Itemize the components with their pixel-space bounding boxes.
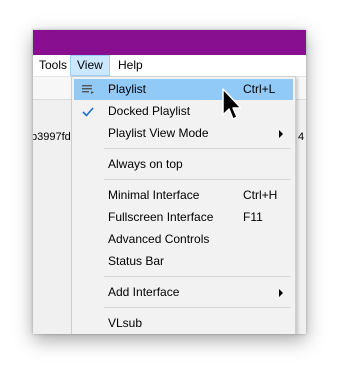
title-bar xyxy=(33,30,306,55)
menu-item-docked-playlist[interactable]: Docked Playlist xyxy=(74,101,293,122)
menu-tools[interactable]: Tools xyxy=(33,55,73,76)
menu-item-advanced-controls[interactable]: Advanced Controls xyxy=(74,229,293,250)
menu-item-fullscreen-interface[interactable]: Fullscreen Interface F11 xyxy=(74,207,293,228)
menu-item-always-on-top[interactable]: Always on top xyxy=(74,154,293,175)
menu-item-playlist-view-mode[interactable]: Playlist View Mode xyxy=(74,123,293,144)
menu-bar: Tools View Help xyxy=(33,55,306,77)
menu-item-label: Add Interface xyxy=(108,285,180,299)
menu-item-label: Fullscreen Interface xyxy=(108,210,214,224)
menu-separator xyxy=(104,148,291,149)
menu-item-label: Always on top xyxy=(108,157,183,171)
background-text-left: b3997fd xyxy=(33,131,71,143)
app-window: Tools View Help b3997fd 4 Playlist Ctrl+… xyxy=(33,30,306,334)
checkmark-icon xyxy=(82,107,94,117)
menu-item-label: Docked Playlist xyxy=(108,104,191,118)
menu-item-shortcut: F11 xyxy=(243,210,263,224)
menu-item-minimal-interface[interactable]: Minimal Interface Ctrl+H xyxy=(74,185,293,206)
menu-separator xyxy=(104,179,291,180)
menu-item-add-interface[interactable]: Add Interface xyxy=(74,282,293,303)
view-menu-dropdown: Playlist Ctrl+L Docked Playlist Playlist… xyxy=(71,76,296,334)
menu-item-playlist[interactable]: Playlist Ctrl+L xyxy=(74,79,293,100)
menu-item-shortcut: Ctrl+L xyxy=(243,82,276,96)
menu-item-label: Status Bar xyxy=(108,254,165,268)
menu-item-label: Advanced Controls xyxy=(108,232,210,246)
menu-separator xyxy=(104,276,291,277)
playlist-icon xyxy=(82,85,94,94)
submenu-arrow-icon xyxy=(279,130,283,138)
mouse-cursor-icon xyxy=(222,88,242,120)
submenu-arrow-icon xyxy=(279,289,283,297)
menu-item-label: Playlist xyxy=(108,82,147,96)
menu-item-vlsub[interactable]: VLsub xyxy=(74,313,293,334)
background-text-right: 4 xyxy=(298,131,305,143)
menu-separator xyxy=(104,307,291,308)
menu-item-label: Playlist View Mode xyxy=(108,126,209,140)
menu-item-label: VLsub xyxy=(108,316,143,330)
menu-item-label: Minimal Interface xyxy=(108,188,200,202)
menu-item-shortcut: Ctrl+H xyxy=(243,188,278,202)
menu-item-status-bar[interactable]: Status Bar xyxy=(74,251,293,272)
menu-help[interactable]: Help xyxy=(112,55,149,76)
menu-view[interactable]: View xyxy=(70,55,110,76)
